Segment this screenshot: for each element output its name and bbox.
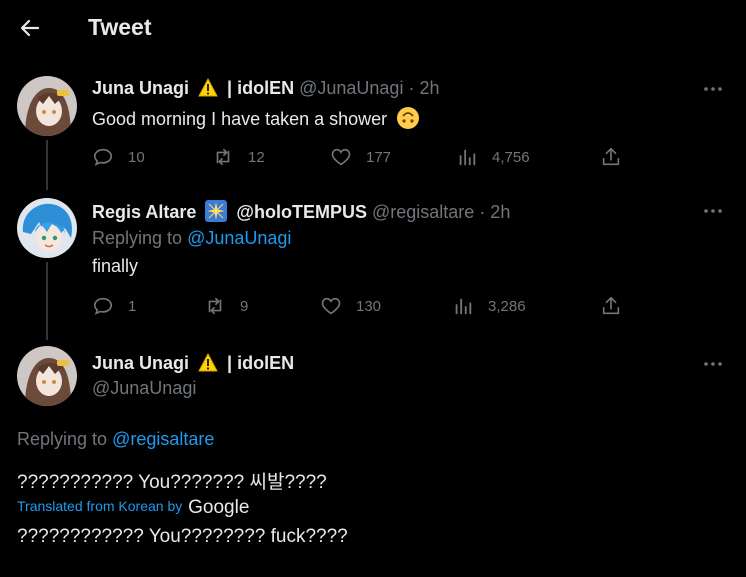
translated-label[interactable]: Translated from Korean by [17, 498, 182, 514]
retweet-button[interactable]: 9 [204, 295, 248, 317]
share-icon[interactable] [600, 146, 622, 168]
tweet1-author-name[interactable]: Juna Unagi [92, 78, 189, 98]
tweet2-replying-handle[interactable]: @JunaUnagi [187, 228, 291, 248]
avatar-juna[interactable] [17, 76, 77, 136]
avatar-regis[interactable] [17, 198, 77, 258]
upside-down-face-emoji [397, 107, 420, 129]
reply-button[interactable]: 10 [92, 146, 145, 168]
reply-icon [93, 148, 113, 166]
avatar-juna-main[interactable] [17, 346, 77, 406]
like-button[interactable]: 130 [320, 295, 381, 317]
thread-connector-1 [46, 140, 48, 190]
retweet-icon [216, 148, 230, 166]
views-icon [455, 298, 472, 315]
google-logo: Google [188, 497, 250, 518]
main-original-text: ??????????? You??????? 씨발???? [17, 472, 327, 493]
tweet2-handle[interactable]: @regisaltare [372, 202, 474, 222]
warning-icon [198, 353, 218, 372]
page-title: Tweet [88, 14, 152, 40]
reply-button[interactable]: 1 [92, 295, 136, 317]
main-replying-handle[interactable]: @regisaltare [112, 429, 214, 449]
like-count: 130 [356, 297, 382, 315]
share-icon[interactable] [600, 295, 622, 317]
tweet2-time[interactable]: · 2h [479, 202, 510, 222]
retweet-count: 12 [248, 148, 265, 166]
tweet1-handle[interactable]: @JunaUnagi [299, 78, 403, 98]
tweet1-name-suffix[interactable]: | idolEN [227, 78, 294, 98]
retweet-button[interactable]: 12 [212, 146, 265, 168]
tweet2-name-suffix[interactable]: @holoTEMPUS [236, 202, 367, 222]
tweet2-text: finally [92, 256, 139, 276]
more-icon[interactable] [702, 353, 724, 375]
thread-connector-2 [46, 262, 48, 340]
main-handle[interactable]: @JunaUnagi [92, 378, 196, 399]
views-button[interactable]: 3,286 [452, 295, 526, 317]
sparkle-badge-icon [205, 200, 228, 222]
tweet1-text: Good morning I have taken a shower [92, 109, 388, 129]
like-icon [331, 148, 351, 166]
views-button[interactable]: 4,756 [456, 146, 530, 168]
views-icon [459, 149, 476, 166]
more-icon[interactable] [702, 200, 724, 222]
views-count: 4,756 [492, 148, 530, 166]
main-author-name[interactable]: Juna Unagi [92, 353, 189, 373]
more-icon[interactable] [702, 78, 724, 100]
reply-icon [93, 297, 113, 315]
like-icon [321, 297, 341, 315]
retweet-count: 9 [240, 297, 249, 315]
retweet-icon [208, 297, 222, 315]
tweet1-time[interactable]: · 2h [408, 78, 439, 98]
warning-icon [198, 78, 218, 97]
views-count: 3,286 [488, 297, 526, 315]
tweet2-author-name[interactable]: Regis Altare [92, 202, 196, 222]
tweet2-replying-label: Replying to [92, 228, 183, 248]
back-arrow-icon[interactable] [18, 16, 42, 40]
main-name-suffix[interactable]: | idolEN [227, 353, 294, 373]
like-count: 177 [366, 148, 392, 166]
main-translated-text: ???????????? You???????? fuck???? [17, 526, 348, 547]
reply-count: 1 [128, 297, 137, 315]
reply-count: 10 [128, 148, 145, 166]
like-button[interactable]: 177 [330, 146, 391, 168]
main-replying-label: Replying to [17, 429, 108, 449]
